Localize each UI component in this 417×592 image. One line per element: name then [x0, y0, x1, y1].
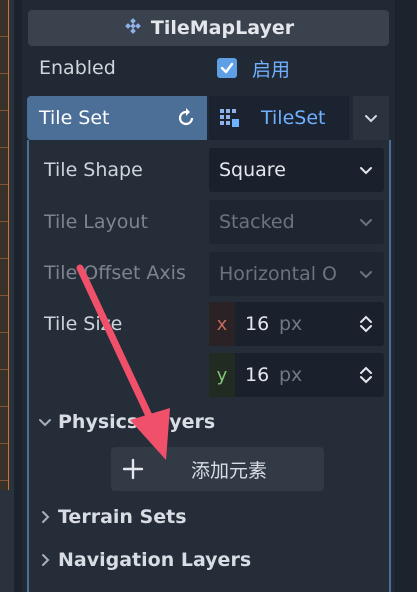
- spinner-icon[interactable]: [358, 365, 374, 385]
- tile-offset-axis-dropdown[interactable]: Horizontal O: [209, 252, 384, 296]
- add-element-button[interactable]: 添加元素: [111, 447, 324, 491]
- tile-size-x-field[interactable]: x 16 px: [209, 302, 384, 346]
- reset-icon[interactable]: [175, 107, 197, 129]
- chevron-down-icon: [360, 167, 372, 175]
- node-title-bar: TileMapLayer: [28, 10, 389, 46]
- chevron-down-icon: [360, 219, 372, 227]
- tileset-resource-icon: [220, 109, 239, 127]
- tile-size-y-field[interactable]: y 16 px: [209, 353, 384, 397]
- chevron-down-icon: [39, 419, 51, 427]
- enabled-value: 启用: [252, 58, 291, 81]
- tilemap-layer-icon: [125, 18, 141, 34]
- tileset-dropdown-button[interactable]: [353, 96, 389, 140]
- tileset-property-tab[interactable]: Tile Set: [27, 96, 207, 140]
- enabled-label: Enabled: [39, 57, 116, 79]
- tilemap-grid-lines: [0, 0, 8, 490]
- inspector-panel: TileMapLayer Enabled 启用 Tile Set TileSet: [22, 0, 395, 592]
- physics-layers-section[interactable]: Physics Layers: [38, 404, 215, 440]
- check-icon: [220, 62, 234, 74]
- navigation-layers-label: Navigation Layers: [58, 549, 252, 571]
- tile-shape-value: Square: [219, 159, 286, 181]
- add-element-label: 添加元素: [191, 459, 268, 482]
- enabled-checkbox[interactable]: [217, 58, 237, 78]
- node-title: TileMapLayer: [150, 17, 295, 39]
- tile-size-label: Tile Size: [44, 313, 123, 335]
- x-axis-label: x: [209, 302, 235, 346]
- tile-size-x-value: 16: [245, 313, 270, 335]
- tile-size-y-unit: px: [279, 364, 303, 386]
- tile-layout-dropdown[interactable]: Stacked: [209, 200, 384, 244]
- spinner-icon[interactable]: [358, 314, 374, 334]
- tileset-resource-name: TileSet: [261, 107, 326, 129]
- tile-layout-label: Tile Layout: [44, 211, 148, 233]
- tile-layout-value: Stacked: [219, 211, 295, 233]
- tile-size-y-value: 16: [245, 364, 270, 386]
- viewport-edge: [0, 0, 14, 592]
- tile-shape-label: Tile Shape: [44, 159, 143, 181]
- chevron-down-icon: [360, 271, 372, 279]
- plus-icon: [122, 458, 144, 480]
- chevron-right-icon: [42, 511, 50, 523]
- terrain-sets-section[interactable]: Terrain Sets: [38, 499, 187, 535]
- physics-layers-label: Physics Layers: [58, 411, 216, 433]
- terrain-sets-label: Terrain Sets: [58, 506, 187, 528]
- tile-shape-dropdown[interactable]: Square: [209, 148, 384, 192]
- navigation-layers-section[interactable]: Navigation Layers: [38, 542, 251, 578]
- tileset-resource-button[interactable]: TileSet: [209, 96, 349, 140]
- tile-offset-axis-label: Tile Offset Axis: [44, 262, 186, 284]
- chevron-down-icon: [365, 115, 377, 123]
- y-axis-label: y: [209, 353, 235, 397]
- tile-size-x-unit: px: [279, 313, 303, 335]
- tile-offset-axis-value: Horizontal O: [219, 263, 338, 285]
- tileset-label: Tile Set: [39, 107, 110, 129]
- chevron-right-icon: [42, 554, 50, 566]
